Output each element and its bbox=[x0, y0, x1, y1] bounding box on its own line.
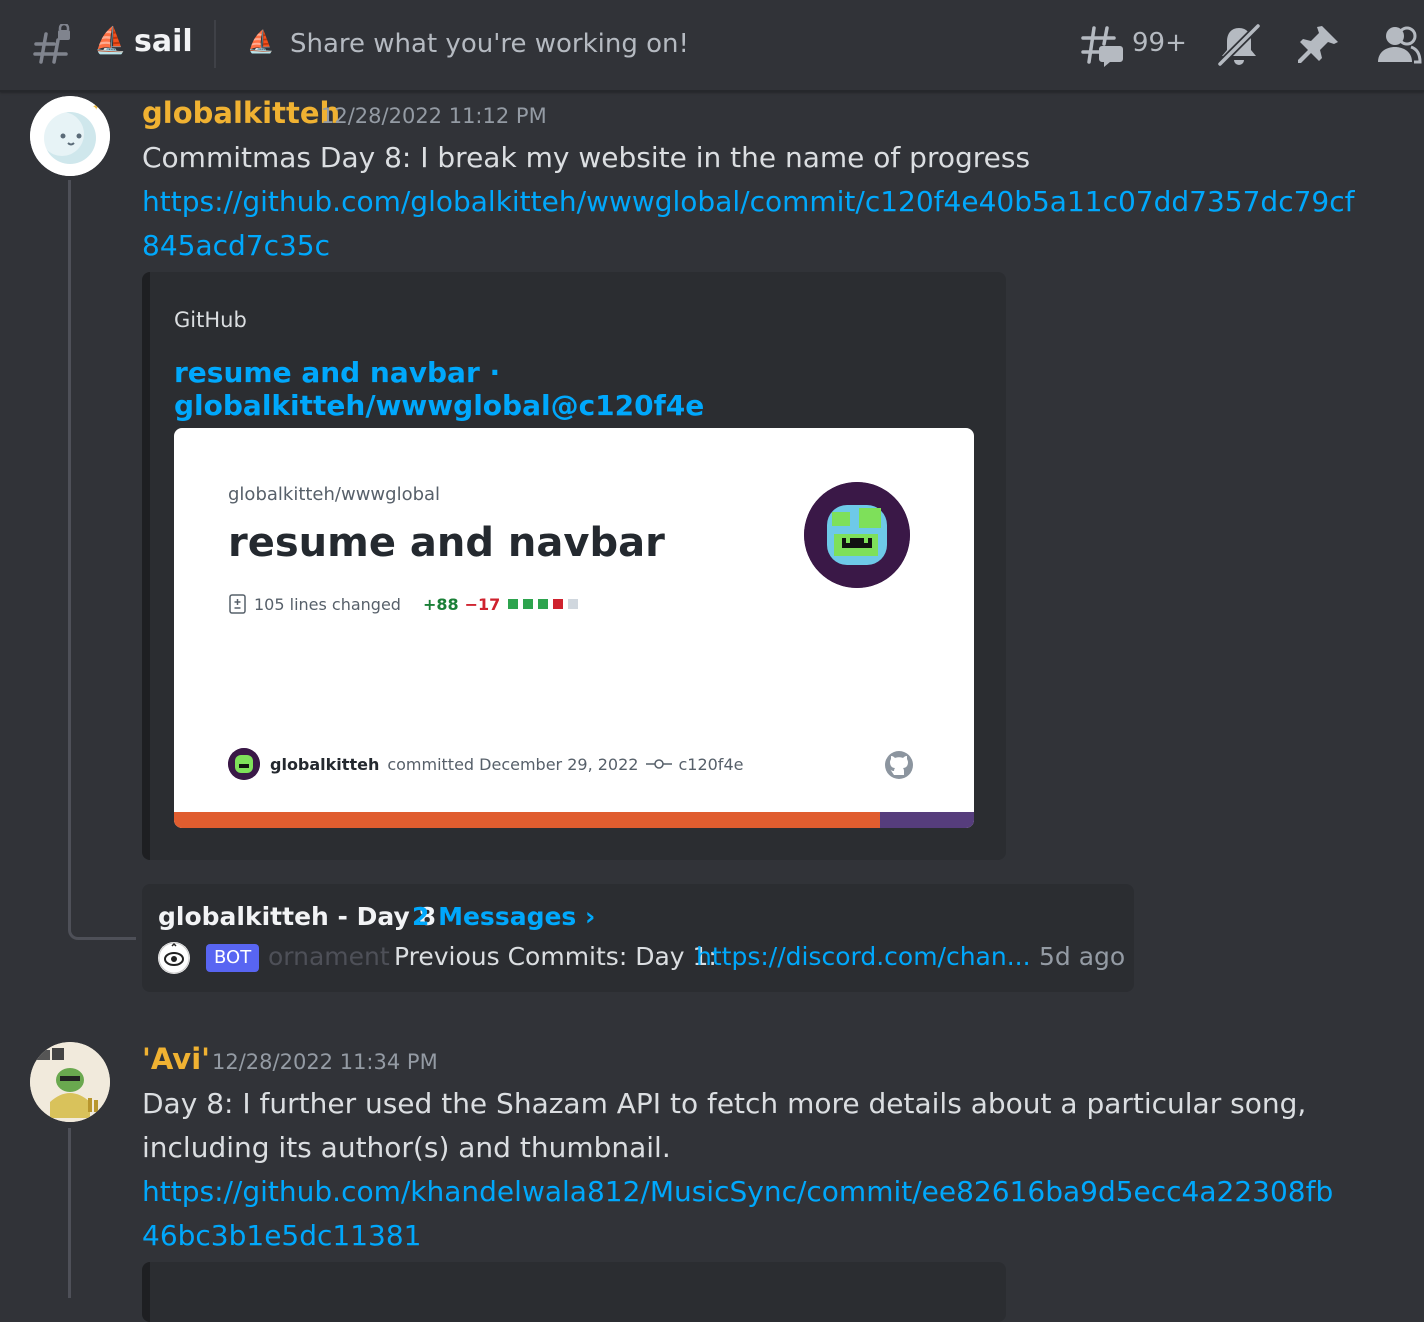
author-small-avatar bbox=[228, 748, 260, 780]
avatar[interactable] bbox=[30, 1042, 110, 1122]
channel-topic[interactable]: Share what you're working on! bbox=[290, 29, 689, 59]
thread-messages-link[interactable]: 2 Messages › bbox=[412, 902, 595, 931]
message-link[interactable]: https://github.com/khandelwala812/MusicS… bbox=[142, 1170, 1333, 1214]
message-text: Day 8: I further used the Shazam API to … bbox=[142, 1087, 1307, 1120]
timestamp: 12/28/2022 11:12 PM bbox=[321, 104, 547, 128]
embed-title[interactable]: resume and navbar · globalkitteh/wwwglob… bbox=[174, 356, 1006, 422]
bot-badge: BOT bbox=[206, 944, 260, 972]
thread-preview-text: Previous Commits: Day 1: bbox=[394, 942, 717, 971]
threads-count: 99+ bbox=[1132, 28, 1187, 58]
threads-icon[interactable] bbox=[1080, 22, 1128, 70]
frog-avatar-icon bbox=[30, 1042, 110, 1122]
username[interactable]: 'Avi' bbox=[142, 1042, 210, 1076]
github-icon bbox=[885, 751, 913, 779]
header-divider bbox=[214, 20, 216, 68]
message-link[interactable]: https://github.com/globalkitteh/wwwgloba… bbox=[142, 180, 1354, 224]
deletions: −17 bbox=[464, 594, 501, 614]
additions: +88 bbox=[422, 594, 459, 614]
thread-name[interactable]: globalkitteh - Day 8 bbox=[158, 902, 436, 931]
thread-preview[interactable]: globalkitteh - Day 8 2 Messages › BOT or… bbox=[142, 884, 1134, 992]
diff-square bbox=[568, 599, 579, 609]
embed-provider[interactable]: GitHub bbox=[174, 308, 247, 332]
member-list-icon[interactable] bbox=[1374, 22, 1422, 70]
moon-avatar-icon: ✦ bbox=[30, 96, 110, 176]
author-avatar bbox=[804, 482, 910, 588]
language-bar-secondary bbox=[880, 812, 974, 828]
lines-changed: 105 lines changed bbox=[254, 594, 401, 614]
diff-square bbox=[538, 599, 549, 609]
diff-square bbox=[553, 599, 564, 609]
thread-connector-line bbox=[68, 180, 136, 940]
link-embed: GitHub resume and navbar · globalkitteh/… bbox=[142, 272, 1006, 860]
bot-avatar bbox=[158, 942, 190, 974]
link-embed bbox=[142, 1262, 1006, 1322]
topic-emoji: ⛵ bbox=[247, 30, 275, 55]
username[interactable]: globalkitteh bbox=[142, 96, 340, 130]
card-title: resume and navbar bbox=[228, 520, 665, 566]
card-repo: globalkitteh/wwwglobal bbox=[228, 484, 441, 505]
embed-preview-image[interactable]: globalkitteh/wwwglobal resume and navbar… bbox=[174, 428, 974, 828]
diff-square bbox=[508, 599, 519, 609]
card-sha: c120f4e bbox=[678, 754, 744, 774]
message-text-cont: including its author(s) and thumbnail. bbox=[142, 1131, 671, 1164]
thread-preview-link[interactable]: https://discord.com/chan... bbox=[696, 942, 1031, 971]
commit-icon bbox=[646, 759, 673, 769]
pin-icon[interactable] bbox=[1296, 22, 1342, 68]
language-bar-primary bbox=[174, 812, 880, 828]
thread-bot-name: ornament bbox=[268, 942, 390, 971]
channel-header: ⛵ sail ⛵ Share what you're working on! 9… bbox=[0, 0, 1424, 92]
card-author: globalkitteh bbox=[270, 754, 380, 774]
svg-text:✦: ✦ bbox=[92, 102, 100, 113]
message-link-cont[interactable]: 845acd7c35c bbox=[142, 224, 330, 268]
timestamp: 12/28/2022 11:34 PM bbox=[212, 1050, 438, 1074]
message-link-cont[interactable]: 46bc3b1e5dc11381 bbox=[142, 1214, 421, 1258]
diff-square bbox=[523, 599, 534, 609]
card-committed: committed December 29, 2022 bbox=[387, 754, 639, 774]
thread-time-ago: 5d ago bbox=[1039, 942, 1126, 971]
card-footer: globalkitteh committed December 29, 2022… bbox=[228, 748, 743, 780]
notification-muted-icon[interactable] bbox=[1216, 22, 1262, 68]
channel-hash-lock-icon bbox=[33, 24, 70, 64]
card-stats: 105 lines changed +88 −17 bbox=[228, 594, 583, 614]
channel-emoji: ⛵ bbox=[94, 26, 127, 56]
file-diff-icon bbox=[229, 594, 246, 614]
message-text: Commitmas Day 8: I break my website in t… bbox=[142, 141, 1031, 174]
avatar[interactable]: ✦ bbox=[30, 96, 110, 176]
thread-connector-line-2 bbox=[68, 1128, 71, 1298]
channel-name: sail bbox=[134, 24, 193, 59]
